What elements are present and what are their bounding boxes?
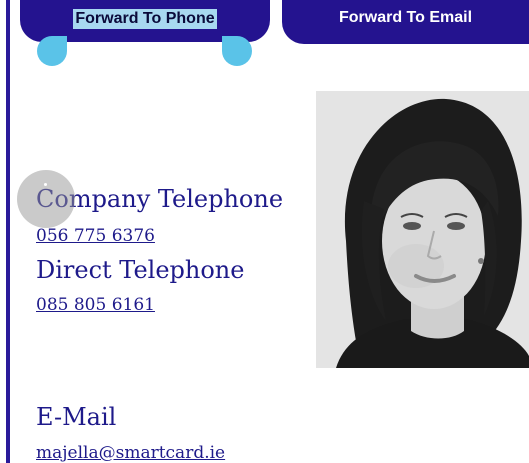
left-accent-bar — [6, 0, 10, 463]
selection-handle-right[interactable] — [222, 36, 252, 66]
touch-indicator — [17, 170, 75, 228]
direct-telephone-link[interactable]: 085 805 6161 — [36, 294, 155, 316]
email-label: E-Mail — [36, 403, 117, 431]
forward-to-email-label: Forward To Email — [338, 9, 473, 26]
forward-to-email-button[interactable]: Forward To Email — [282, 0, 529, 44]
portrait-image — [316, 91, 529, 368]
touch-indicator-dot — [44, 183, 47, 186]
company-telephone-link[interactable]: 056 775 6376 — [36, 225, 155, 247]
profile-photo — [316, 91, 529, 368]
forward-to-phone-label: Forward To Phone — [73, 9, 217, 29]
email-link[interactable]: majella@smartcard.ie — [36, 442, 225, 463]
direct-telephone-label: Direct Telephone — [36, 256, 245, 284]
selection-handle-left[interactable] — [37, 36, 67, 66]
